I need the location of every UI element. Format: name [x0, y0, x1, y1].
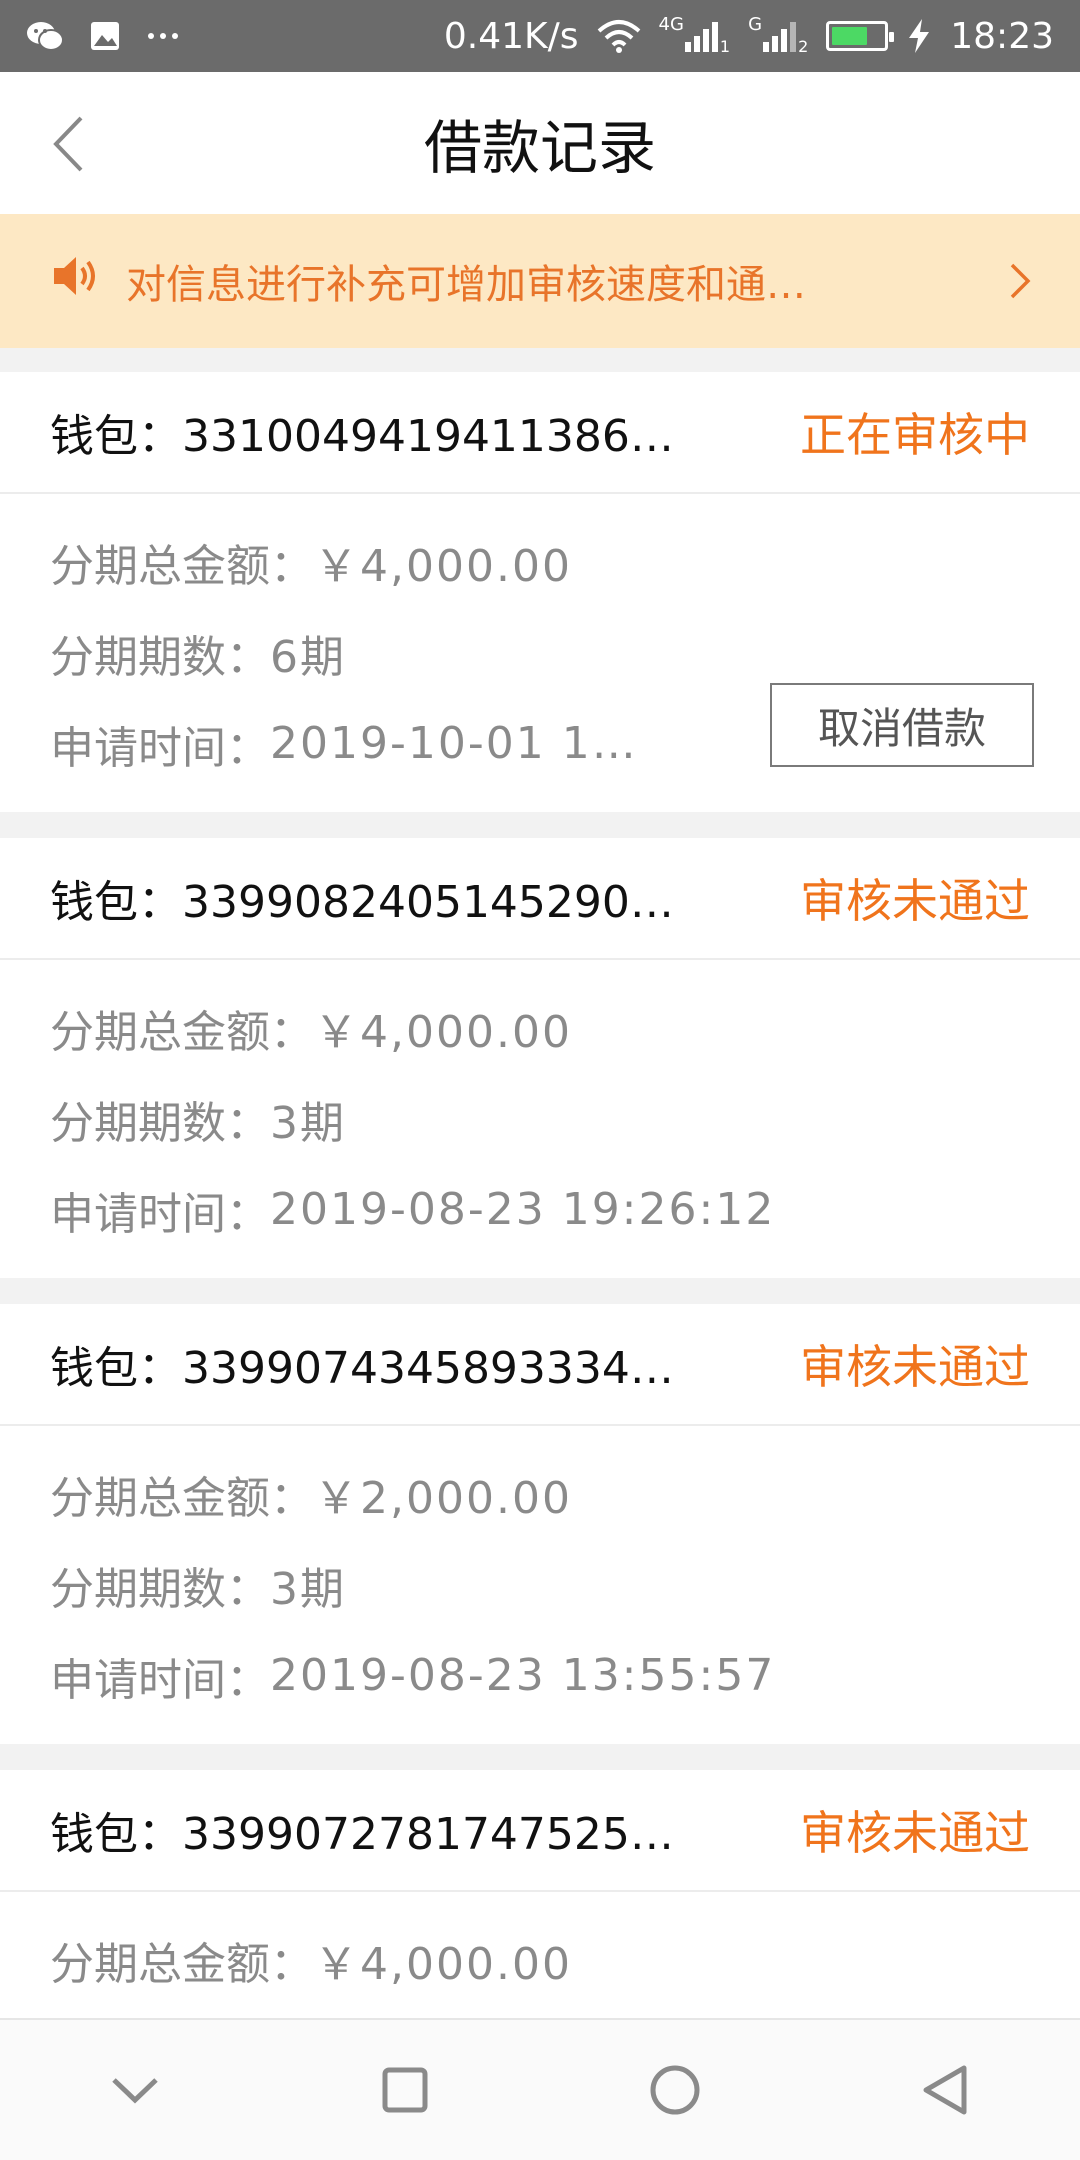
card-body: 分期总金额： ￥2,000.00 分期期数： 3期 申请时间： 2019-08-… — [0, 1426, 1080, 1721]
clock: 18:23 — [950, 15, 1054, 57]
recents-button[interactable] — [360, 2045, 450, 2135]
amount-label: 分期总金额： — [50, 1472, 314, 1524]
wechat-icon — [26, 19, 64, 53]
amount-value: ￥4,000.00 — [314, 1006, 572, 1058]
more-icon — [146, 31, 180, 41]
sim2-index: 2 — [798, 36, 809, 56]
amount-label: 分期总金额： — [50, 1006, 314, 1058]
time-value: 2019-08-23 19:26:12 — [270, 1184, 776, 1235]
amount-label: 分期总金额： — [50, 540, 314, 592]
card-body: 分期总金额： ￥4,000.00 — [0, 1892, 1080, 2005]
status-bar: 0.41K/s 4G 1 G 2 18:23 — [0, 0, 1080, 72]
chevron-right-icon — [1000, 261, 1040, 301]
wallet-id: 钱包：3399072781747525… — [50, 1809, 674, 1860]
status-badge: 正在审核中 — [800, 408, 1030, 462]
time-row: 申请时间： 2019-08-23 13:55:57 — [50, 1630, 1030, 1721]
cancel-loan-button[interactable]: 取消借款 — [770, 683, 1034, 767]
card-header: 钱包：3399082405145290… 审核未通过 — [0, 838, 1080, 960]
time-value: 2019-10-01 1… — [270, 718, 638, 769]
periods-label: 分期期数： — [50, 1097, 270, 1149]
time-label: 申请时间： — [50, 1654, 270, 1706]
battery-icon — [826, 21, 895, 51]
amount-value: ￥2,000.00 — [314, 1472, 572, 1524]
back-nav-button[interactable] — [900, 2045, 990, 2135]
time-value: 2019-08-23 13:55:57 — [270, 1650, 776, 1701]
back-button[interactable] — [38, 114, 98, 174]
status-badge: 审核未通过 — [800, 1806, 1030, 1860]
chevron-left-icon — [53, 116, 83, 172]
amount-value: ￥4,000.00 — [314, 1938, 572, 1990]
amount-value: ￥4,000.00 — [314, 540, 572, 592]
wallet-id: 钱包：3310049419411386… — [50, 411, 674, 462]
wifi-icon — [597, 19, 641, 53]
card-body: 分期总金额： ￥4,000.00 分期期数： 3期 申请时间： 2019-08-… — [0, 960, 1080, 1255]
periods-label: 分期期数： — [50, 1563, 270, 1615]
hide-nav-button[interactable] — [90, 2045, 180, 2135]
signal-icon: 4G 1 — [659, 14, 731, 56]
triangle-back-icon — [923, 2065, 967, 2115]
periods-value: 3期 — [270, 1097, 346, 1149]
speaker-icon — [52, 254, 100, 308]
charging-icon — [906, 18, 932, 54]
signal-icon: G 2 — [748, 14, 808, 56]
card-header: 钱包：3399072781747525… 审核未通过 — [0, 1770, 1080, 1892]
status-badge: 审核未通过 — [800, 874, 1030, 928]
gallery-icon — [90, 21, 120, 51]
amount-row: 分期总金额： ￥2,000.00 — [50, 1448, 1030, 1539]
amount-row: 分期总金额： ￥4,000.00 — [50, 516, 1030, 607]
periods-label: 分期期数： — [50, 631, 270, 683]
notice-text: 对信息进行补充可增加审核速度和通… — [126, 262, 806, 308]
loan-record-card[interactable]: 钱包：3399082405145290… 审核未通过 分期总金额： ￥4,000… — [0, 838, 1080, 1278]
net-speed: 0.41K/s — [443, 15, 579, 57]
battery-level — [832, 27, 868, 45]
square-icon — [382, 2067, 428, 2113]
page-title: 借款记录 — [423, 114, 656, 182]
loan-record-card[interactable]: 钱包：3399074345893334… 审核未通过 分期总金额： ￥2,000… — [0, 1304, 1080, 1744]
sim1-index: 1 — [719, 36, 731, 56]
periods-value: 3期 — [270, 1563, 346, 1615]
amount-label: 分期总金额： — [50, 1938, 314, 1990]
home-button[interactable] — [630, 2045, 720, 2135]
card-header: 钱包：3310049419411386… 正在审核中 — [0, 372, 1080, 494]
periods-value: 6期 — [270, 631, 346, 683]
system-nav-bar — [0, 2018, 1080, 2160]
wallet-id: 钱包：3399074345893334… — [50, 1343, 674, 1394]
periods-row: 分期期数： 3期 — [50, 1539, 1030, 1630]
time-label: 申请时间： — [50, 722, 270, 774]
chevron-down-icon — [112, 2078, 158, 2104]
time-label: 申请时间： — [50, 1188, 270, 1240]
time-row: 申请时间： 2019-08-23 19:26:12 — [50, 1164, 1030, 1255]
card-body: 分期总金额： ￥4,000.00 分期期数： 6期 申请时间： 2019-10-… — [0, 494, 1080, 789]
card-header: 钱包：3399074345893334… 审核未通过 — [0, 1304, 1080, 1426]
loan-record-card[interactable]: 钱包：3310049419411386… 正在审核中 分期总金额： ￥4,000… — [0, 372, 1080, 812]
notice-banner[interactable]: 对信息进行补充可增加审核速度和通… — [0, 214, 1080, 348]
amount-row: 分期总金额： ￥4,000.00 — [50, 1914, 1030, 2005]
status-badge: 审核未通过 — [800, 1340, 1030, 1394]
wallet-id: 钱包：3399082405145290… — [50, 877, 674, 928]
sim1-type: 4G — [658, 13, 684, 35]
amount-row: 分期总金额： ￥4,000.00 — [50, 982, 1030, 1073]
app-header: 借款记录 — [0, 72, 1080, 214]
circle-icon — [650, 2065, 700, 2115]
sim2-type: G — [748, 13, 763, 35]
loan-record-card[interactable]: 钱包：3399072781747525… 审核未通过 分期总金额： ￥4,000… — [0, 1770, 1080, 2018]
periods-row: 分期期数： 3期 — [50, 1073, 1030, 1164]
